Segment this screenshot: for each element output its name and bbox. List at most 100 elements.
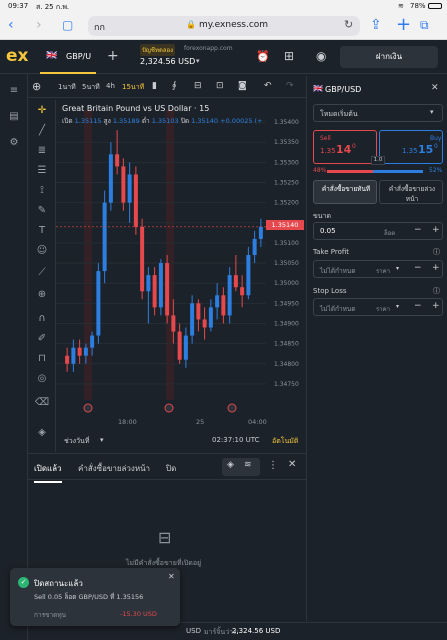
minus-icon[interactable]: − bbox=[414, 301, 422, 311]
sl-unit[interactable]: ราคา bbox=[376, 304, 390, 314]
symbol-tab[interactable]: 🇬🇧 GBP/U bbox=[40, 40, 96, 74]
plus-icon[interactable]: + bbox=[432, 225, 440, 235]
close-icon[interactable]: ✕ bbox=[288, 459, 296, 470]
tab-open[interactable]: เปิดแล้ว bbox=[34, 462, 62, 483]
lock-drawing-icon[interactable]: ⊓ bbox=[34, 352, 50, 366]
buy-button[interactable]: Buy 1.35 15 0 bbox=[379, 130, 443, 164]
pattern-icon[interactable]: ⟟ bbox=[34, 184, 50, 198]
share-icon[interactable]: ⇪ bbox=[370, 16, 382, 34]
plus-icon[interactable]: + bbox=[432, 263, 440, 273]
pending-order-button[interactable]: คำสั่งซื้อขายล่วงหน้า bbox=[379, 180, 443, 204]
chevron-down-icon[interactable]: ▾ bbox=[100, 436, 104, 444]
auto-scale-toggle[interactable]: อัตโนมัติ bbox=[272, 436, 298, 447]
chevron-down-icon[interactable]: ▾ bbox=[396, 265, 399, 272]
minus-icon[interactable]: − bbox=[414, 225, 422, 235]
bookmarks-icon[interactable]: ▢ bbox=[62, 16, 73, 34]
undo-icon[interactable]: ↶ bbox=[264, 81, 272, 91]
volume-value[interactable]: 0.05 bbox=[320, 227, 336, 235]
reload-icon[interactable]: ↻ bbox=[344, 18, 353, 31]
candle-body bbox=[133, 174, 138, 227]
fib-icon[interactable]: ☰ bbox=[34, 164, 50, 178]
utc-time[interactable]: 02:37:10 UTC bbox=[212, 436, 260, 444]
mode-select[interactable]: โหมดเริ่มต้น ▾ bbox=[313, 104, 443, 122]
menu-icon[interactable]: ≡ bbox=[6, 84, 22, 98]
channel-icon[interactable]: ≣ bbox=[34, 144, 50, 158]
view-toggle[interactable]: ◈ ≋ bbox=[222, 458, 260, 476]
sl-value[interactable]: ไม่ได้กำหนด bbox=[320, 304, 356, 314]
event-marker bbox=[164, 403, 174, 413]
date-range-label[interactable]: ช่วงวันที่ bbox=[64, 436, 89, 447]
close-icon[interactable]: ✕ bbox=[168, 572, 175, 581]
x-tick-label: 18:00 bbox=[118, 418, 137, 426]
tabs-icon[interactable]: ⧉ bbox=[420, 16, 429, 34]
more-icon[interactable]: ⋮ bbox=[268, 460, 278, 471]
new-tab-icon[interactable]: + bbox=[396, 16, 411, 34]
timeframe-15m[interactable]: 15นาที bbox=[122, 82, 144, 93]
trash-icon[interactable]: ⌫ bbox=[34, 396, 50, 410]
brush-icon[interactable]: ✎ bbox=[34, 204, 50, 218]
tp-value[interactable]: ไม่ได้กำหนด bbox=[320, 266, 356, 276]
exness-logo[interactable]: ex bbox=[6, 46, 29, 66]
tp-unit[interactable]: ราคา bbox=[376, 266, 390, 276]
tab-pending[interactable]: คำสั่งซื้อขายล่วงหน้า bbox=[78, 462, 150, 475]
layout-icon[interactable]: ⊟ bbox=[194, 81, 202, 91]
chevron-down-icon[interactable]: ▾ bbox=[396, 303, 399, 310]
candlestick-chart[interactable]: 1.35400 1.35350 1.35300 1.35250 1.35200 1.351… bbox=[56, 100, 306, 428]
price-chart[interactable]: 1.35400 1.35350 1.35300 1.35250 1.35200 1.351… bbox=[56, 100, 306, 452]
sl-input[interactable]: ไม่ได้กำหนด ราคา ▾ − + bbox=[313, 298, 443, 316]
deposit-button[interactable]: ฝากเงิน bbox=[340, 46, 438, 68]
candle-body bbox=[127, 174, 132, 203]
chart-toolbar: ⊕ 1นาที 5นาที 4h 15นาที ▮ ∮ ⊟ ⊡ ◙ ↶ ↷ bbox=[28, 76, 306, 98]
tp-input[interactable]: ไม่ได้กำหนด ราคา ▾ − + bbox=[313, 260, 443, 278]
sell-button[interactable]: Sell 1.35 14 0 bbox=[313, 130, 377, 164]
calendar-icon[interactable]: ▤ bbox=[6, 110, 22, 124]
emoji-icon[interactable]: ☺ bbox=[34, 244, 50, 258]
add-indicator-icon[interactable]: ⊕ bbox=[32, 80, 41, 93]
close-icon[interactable]: ✕ bbox=[431, 83, 439, 93]
timeframe-5m[interactable]: 5นาที bbox=[82, 82, 100, 93]
trendline-icon[interactable]: ╱ bbox=[34, 124, 50, 138]
back-icon[interactable]: ‹ bbox=[8, 16, 14, 34]
buy-price-c: 0 bbox=[434, 143, 438, 150]
info-icon[interactable]: ⓘ bbox=[433, 286, 440, 296]
tab-closed[interactable]: ปิด bbox=[166, 462, 176, 475]
layers-view-icon[interactable]: ◈ bbox=[227, 460, 234, 470]
y-tick-label: 1.35100 bbox=[274, 240, 299, 247]
add-tab-icon[interactable]: + bbox=[107, 48, 119, 64]
minus-icon[interactable]: − bbox=[414, 263, 422, 273]
fullscreen-icon[interactable]: ⊡ bbox=[216, 81, 224, 91]
settings-icon[interactable]: ⚙ bbox=[6, 136, 22, 150]
indicators-icon[interactable]: ∮ bbox=[172, 81, 177, 91]
redo-icon[interactable]: ↷ bbox=[286, 81, 294, 91]
crosshair-icon[interactable]: ✛ bbox=[34, 104, 50, 118]
reader-label[interactable]: กก bbox=[94, 20, 105, 34]
chevron-down-icon: ▾ bbox=[196, 57, 200, 65]
toast-profit-value: -15.30 USD bbox=[120, 610, 157, 618]
layers-icon[interactable]: ◈ bbox=[34, 426, 50, 440]
alarm-icon[interactable]: ⏰ bbox=[256, 50, 270, 63]
account-selector[interactable]: ปัญชีทดลอง forexonapp.com 2,324.56 USD ▾ bbox=[140, 44, 250, 70]
timeframe-1m[interactable]: 1นาที bbox=[58, 82, 76, 93]
zoom-in-icon[interactable]: ⊕ bbox=[34, 288, 50, 302]
ruler-icon[interactable]: ⟋ bbox=[34, 266, 50, 280]
info-icon[interactable]: ⓘ bbox=[433, 247, 440, 257]
text-icon[interactable]: T bbox=[34, 224, 50, 238]
candle-body bbox=[115, 154, 120, 167]
eye-icon[interactable]: ◎ bbox=[34, 372, 50, 386]
profile-icon[interactable]: ◉ bbox=[316, 49, 326, 63]
pencil-lock-icon[interactable]: ✐ bbox=[34, 332, 50, 346]
forward-icon[interactable]: › bbox=[36, 16, 42, 34]
address-bar[interactable]: กก 🔒 my.exness.com ↻ bbox=[88, 16, 360, 36]
market-order-button[interactable]: คำสั่งซื้อขายทันที bbox=[313, 180, 377, 204]
side-toolbar: ≡ ▤ ⚙ bbox=[0, 74, 28, 640]
candle-type-icon[interactable]: ▮ bbox=[152, 81, 157, 91]
plus-icon[interactable]: + bbox=[432, 301, 440, 311]
apps-grid-icon[interactable]: ⊞ bbox=[284, 49, 294, 63]
stack-view-icon[interactable]: ≋ bbox=[244, 460, 252, 470]
magnet-icon[interactable]: ∩ bbox=[34, 312, 50, 326]
camera-icon[interactable]: ◙ bbox=[238, 81, 247, 91]
url-text[interactable]: my.exness.com bbox=[199, 20, 268, 30]
timeframe-4h[interactable]: 4h bbox=[106, 82, 115, 90]
sell-price-b: 14 bbox=[336, 143, 352, 156]
volume-input[interactable]: 0.05 ล็อต − + bbox=[313, 222, 443, 240]
